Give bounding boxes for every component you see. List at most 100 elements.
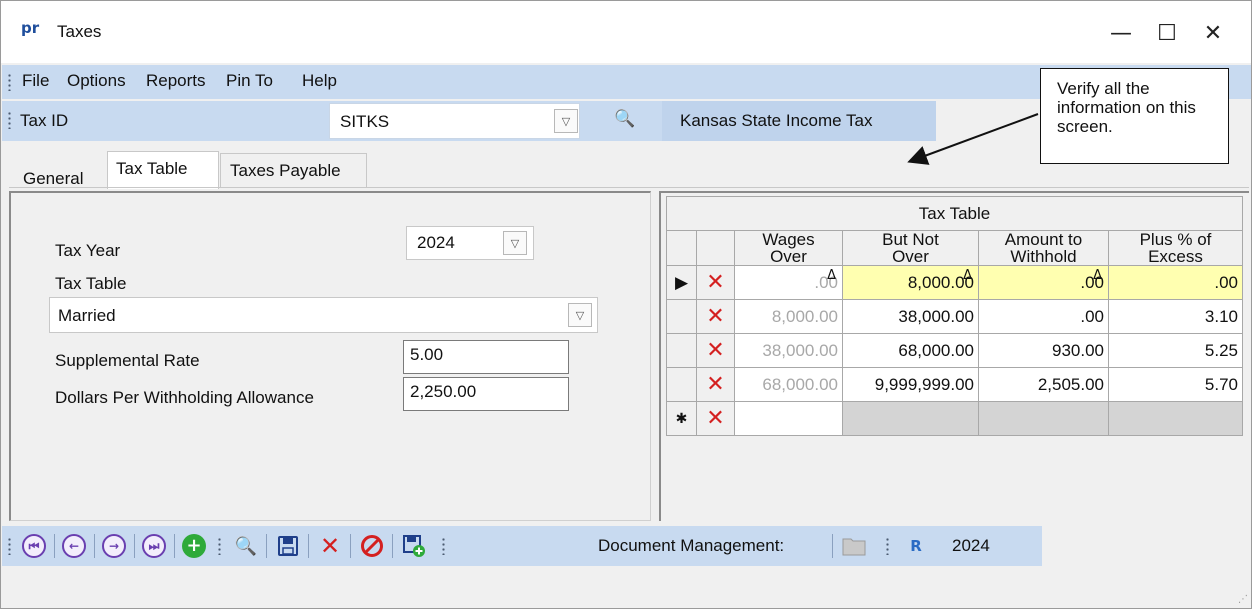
tax-id-select[interactable]: SITKS ▽ <box>329 103 580 139</box>
minimize-icon: — <box>1110 20 1132 46</box>
column-header-amount-to-withhold[interactable]: Amount to Withhold Δ <box>978 230 1109 283</box>
cancel-icon[interactable] <box>360 534 384 558</box>
delete-column-header <box>696 230 735 266</box>
tax-year-label: Tax Year <box>55 241 121 260</box>
toolbar-divider <box>266 534 267 558</box>
delete-row-button[interactable]: ✕ <box>696 265 735 300</box>
tax-table-select[interactable]: Married ▽ <box>49 297 598 333</box>
current-row-indicator-icon[interactable]: ▶ <box>666 265 697 300</box>
toolbar-grip-icon[interactable] <box>8 537 11 555</box>
first-record-icon[interactable]: ⏮ <box>22 534 46 558</box>
column-header-wages-over[interactable]: Wages Over Δ <box>734 230 843 283</box>
menu-grip-icon[interactable] <box>8 73 11 91</box>
tax-id-label: Tax ID <box>20 111 69 130</box>
folder-icon[interactable] <box>842 534 866 558</box>
table-row[interactable]: ✕ 38,000.00 68,000.00 930.00 5.25 <box>666 333 1243 368</box>
save-and-new-icon[interactable] <box>402 534 426 558</box>
column-header-label: Over <box>770 247 807 266</box>
tab-divider <box>9 187 1249 188</box>
report-icon[interactable]: R <box>904 534 928 558</box>
table-row[interactable]: ✕ 8,000.00 38,000.00 .00 3.10 <box>666 299 1243 334</box>
callout-note: Verify all the information on this scree… <box>1040 68 1229 164</box>
cell-wages-over[interactable]: 38,000.00 <box>734 333 843 368</box>
find-icon[interactable]: 🔍 <box>234 534 258 558</box>
close-button[interactable]: ✕ <box>1193 15 1233 51</box>
minimize-button[interactable]: — <box>1101 15 1141 51</box>
cell-plus-pct-excess[interactable]: .00 <box>1108 265 1243 300</box>
column-header-label: Over <box>892 247 929 266</box>
cell-plus-pct-excess[interactable]: 5.70 <box>1108 367 1243 402</box>
new-cell-wages-over[interactable] <box>734 401 843 436</box>
delete-row-button[interactable]: ✕ <box>696 401 735 436</box>
resize-grip-icon[interactable]: ⋰ <box>1238 594 1248 605</box>
tax-year-select[interactable]: 2024 ▽ <box>406 226 534 260</box>
row-selector[interactable] <box>666 299 697 334</box>
menu-options[interactable]: Options <box>67 71 126 91</box>
cell-but-not-over[interactable]: 68,000.00 <box>842 333 979 368</box>
toolbar-divider <box>350 534 351 558</box>
toolbar-divider <box>392 534 393 558</box>
cell-but-not-over[interactable]: 9,999,999.00 <box>842 367 979 402</box>
tab-taxes-payable[interactable]: Taxes Payable <box>220 153 367 187</box>
cell-but-not-over[interactable]: 8,000.00 <box>842 265 979 300</box>
menu-help[interactable]: Help <box>302 71 337 91</box>
row-selector[interactable] <box>666 367 697 402</box>
panel-splitter[interactable] <box>651 191 659 521</box>
tax-table-value: Married <box>58 306 116 325</box>
cell-plus-pct-excess[interactable]: 5.25 <box>1108 333 1243 368</box>
next-record-icon[interactable]: → <box>102 534 126 558</box>
column-header-label: Excess <box>1148 247 1203 266</box>
row-selector[interactable] <box>666 333 697 368</box>
new-cell-plus-pct-excess[interactable] <box>1108 401 1243 436</box>
toolbar-grip-icon[interactable] <box>218 537 221 555</box>
delete-row-button[interactable]: ✕ <box>696 367 735 402</box>
table-row[interactable]: ▶ ✕ .00 8,000.00 .00 .00 <box>666 265 1243 300</box>
toolbar-divider <box>832 534 833 558</box>
sort-icon: Δ <box>963 268 972 283</box>
delete-row-button[interactable]: ✕ <box>696 333 735 368</box>
dollars-per-allowance-field[interactable]: 2,250.00 <box>403 377 569 411</box>
column-header-but-not-over[interactable]: But Not Over Δ <box>842 230 979 283</box>
last-record-icon[interactable]: ⏭ <box>142 534 166 558</box>
menu-reports[interactable]: Reports <box>146 71 206 91</box>
delete-icon[interactable]: ✕ <box>318 532 342 560</box>
chevron-down-icon[interactable]: ▽ <box>503 231 527 255</box>
cell-amount-to-withhold[interactable]: 2,505.00 <box>978 367 1109 402</box>
save-icon[interactable] <box>276 534 300 558</box>
chevron-down-icon[interactable]: ▽ <box>554 109 578 133</box>
binoculars-icon[interactable]: 🔍 <box>614 109 635 129</box>
delete-x-icon: ✕ <box>706 337 725 363</box>
supplemental-rate-field[interactable]: 5.00 <box>403 340 569 374</box>
maximize-icon: ☐ <box>1157 20 1177 46</box>
toolbar-year[interactable]: 2024 <box>952 536 990 556</box>
previous-record-icon[interactable]: ← <box>62 534 86 558</box>
menu-file[interactable]: File <box>22 71 49 91</box>
cell-amount-to-withhold[interactable]: .00 <box>978 299 1109 334</box>
new-cell-amount-to-withhold[interactable] <box>978 401 1109 436</box>
table-row[interactable]: ✕ 68,000.00 9,999,999.00 2,505.00 5.70 <box>666 367 1243 402</box>
new-row[interactable]: ✱ ✕ <box>666 401 1243 436</box>
tax-table-label: Tax Table <box>55 274 127 293</box>
toolbar-grip-icon[interactable] <box>8 111 11 129</box>
maximize-button[interactable]: ☐ <box>1147 15 1187 51</box>
column-header-plus-pct-excess[interactable]: Plus % of Excess <box>1108 230 1243 266</box>
tab-tax-table[interactable]: Tax Table <box>107 151 219 189</box>
cell-but-not-over[interactable]: 38,000.00 <box>842 299 979 334</box>
new-cell-but-not-over[interactable] <box>842 401 979 436</box>
cell-amount-to-withhold[interactable]: 930.00 <box>978 333 1109 368</box>
add-record-icon[interactable]: + <box>182 534 206 558</box>
menu-pin-to[interactable]: Pin To <box>226 71 273 91</box>
chevron-down-icon[interactable]: ▽ <box>568 303 592 327</box>
cell-amount-to-withhold[interactable]: .00 <box>978 265 1109 300</box>
cell-wages-over[interactable]: 8,000.00 <box>734 299 843 334</box>
toolbar-grip-icon[interactable] <box>442 537 445 555</box>
delete-row-button[interactable]: ✕ <box>696 299 735 334</box>
window-title: Taxes <box>57 22 102 41</box>
tab-general[interactable]: General <box>23 169 83 189</box>
toolbar-divider <box>94 534 95 558</box>
new-row-asterisk-icon[interactable]: ✱ <box>666 401 697 436</box>
title-bar: pr Taxes — ☐ ✕ <box>1 1 1251 63</box>
toolbar-grip-icon[interactable] <box>886 537 889 555</box>
cell-plus-pct-excess[interactable]: 3.10 <box>1108 299 1243 334</box>
cell-wages-over[interactable]: 68,000.00 <box>734 367 843 402</box>
